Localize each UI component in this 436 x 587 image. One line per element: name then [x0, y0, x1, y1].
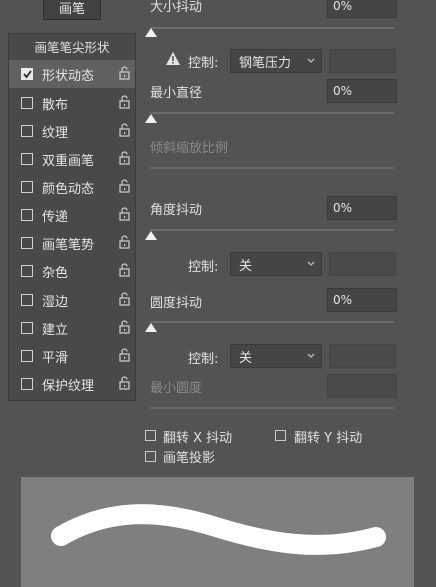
warning-icon: [166, 52, 180, 65]
brush-stroke: [51, 504, 386, 555]
brush-tip-shape-item[interactable]: 画笔笔尖形状: [9, 34, 135, 58]
control-select-3[interactable]: 关: [230, 344, 322, 368]
chevron-down-icon: [307, 58, 315, 63]
checkbox-protect-texture[interactable]: [21, 378, 33, 390]
option-label: 散布: [42, 98, 69, 113]
lock-icon[interactable]: [118, 66, 131, 81]
checkbox-shape-dynamics[interactable]: [21, 68, 33, 80]
min-diameter-slider-track[interactable]: [150, 112, 394, 114]
lock-icon[interactable]: [118, 292, 131, 307]
checkbox-color-dynamics[interactable]: [21, 181, 33, 193]
control-label-3: 控制:: [188, 352, 219, 367]
angle-jitter-slider-track[interactable]: [150, 229, 394, 231]
size-jitter-label: 大小抖动: [150, 0, 203, 15]
lock-icon[interactable]: [118, 235, 131, 250]
control-extra-field-1: [329, 49, 396, 73]
option-color-dynamics[interactable]: 颜色动态: [9, 173, 135, 201]
brush-stroke-preview: [21, 477, 414, 587]
roundness-jitter-label: 圆度抖动: [150, 296, 203, 311]
lock-icon[interactable]: [118, 151, 131, 166]
checkbox-noise[interactable]: [21, 265, 33, 277]
option-label: 颜色动态: [42, 182, 95, 197]
option-label: 平滑: [42, 351, 69, 366]
control-select-value: 关: [239, 350, 253, 366]
tilt-scale-slider-track: [150, 167, 394, 169]
min-roundness-slider-track: [150, 407, 394, 409]
tilt-scale-label: 倾斜缩放比例: [150, 141, 229, 156]
size-jitter-slider-thumb[interactable]: [145, 28, 157, 38]
min-roundness-field: [327, 374, 397, 398]
flip-x-label: 翻转 X 抖动: [163, 431, 233, 446]
brush-button[interactable]: 画笔: [43, 0, 101, 20]
flip-y-checkbox[interactable]: [275, 430, 286, 441]
option-shape-dynamics[interactable]: 形状动态: [9, 60, 135, 88]
option-label: 画笔笔势: [42, 238, 95, 253]
option-noise[interactable]: 杂色: [9, 257, 135, 285]
angle-jitter-label: 角度抖动: [150, 203, 203, 218]
roundness-jitter-slider-thumb[interactable]: [145, 323, 157, 333]
checkbox-dual-brush[interactable]: [21, 153, 33, 165]
checkbox-brush-pose[interactable]: [21, 237, 33, 249]
size-jitter-slider-track[interactable]: [150, 27, 394, 29]
option-label: 传递: [42, 210, 69, 225]
angle-jitter-slider-thumb[interactable]: [145, 231, 157, 241]
control-select-value: 钢笔压力: [239, 55, 292, 71]
brush-projection-checkbox[interactable]: [145, 451, 156, 462]
option-label: 纹理: [42, 126, 69, 141]
control-select-1[interactable]: 钢笔压力: [230, 49, 322, 73]
roundness-jitter-slider-track[interactable]: [150, 321, 394, 323]
brush-options-panel: 画笔笔尖形状 形状动态 散布 纹理 双重画笔 颜色动态 传递 画笔笔势 杂色 湿…: [8, 33, 136, 401]
option-protect-texture[interactable]: 保护纹理: [9, 370, 135, 398]
option-label: 杂色: [42, 266, 69, 281]
flip-y-label: 翻转 Y 抖动: [294, 431, 363, 446]
checkbox-wet-edges[interactable]: [21, 294, 33, 306]
option-build-up[interactable]: 建立: [9, 314, 135, 342]
option-label: 保护纹理: [42, 379, 95, 394]
size-jitter-field[interactable]: 0%: [327, 0, 397, 18]
checkbox-transfer[interactable]: [21, 209, 33, 221]
option-smoothing[interactable]: 平滑: [9, 342, 135, 370]
min-diameter-slider-thumb[interactable]: [145, 114, 157, 124]
option-label: 建立: [42, 323, 69, 338]
option-label: 形状动态: [42, 69, 95, 84]
brush-projection-label: 画笔投影: [163, 451, 216, 466]
chevron-down-icon: [307, 353, 315, 358]
control-select-value: 关: [239, 258, 253, 274]
checkbox-scatter[interactable]: [21, 97, 33, 109]
control-extra-field-2: [329, 252, 396, 276]
control-label-1: 控制:: [188, 56, 219, 71]
option-dual-brush[interactable]: 双重画笔: [9, 145, 135, 173]
min-roundness-label: 最小圆度: [150, 381, 203, 396]
control-extra-field-3: [329, 344, 396, 368]
option-scatter[interactable]: 散布: [9, 89, 135, 117]
chevron-down-icon: [307, 261, 315, 266]
min-diameter-label: 最小直径: [150, 86, 203, 101]
min-diameter-field[interactable]: 0%: [327, 79, 397, 103]
option-wet-edges[interactable]: 湿边: [9, 286, 135, 314]
lock-icon[interactable]: [118, 263, 131, 278]
lock-icon[interactable]: [118, 95, 131, 110]
lock-icon[interactable]: [118, 207, 131, 222]
control-label-2: 控制:: [188, 260, 219, 275]
lock-icon[interactable]: [118, 179, 131, 194]
roundness-jitter-field[interactable]: 0%: [327, 288, 397, 312]
angle-jitter-field[interactable]: 0%: [327, 196, 397, 220]
lock-icon[interactable]: [118, 123, 131, 138]
checkbox-build-up[interactable]: [21, 322, 33, 334]
checkbox-texture[interactable]: [21, 125, 33, 137]
option-texture[interactable]: 纹理: [9, 117, 135, 145]
checkbox-smoothing[interactable]: [21, 350, 33, 362]
option-brush-pose[interactable]: 画笔笔势: [9, 229, 135, 257]
option-transfer[interactable]: 传递: [9, 201, 135, 229]
lock-icon[interactable]: [118, 376, 131, 391]
lock-icon[interactable]: [118, 320, 131, 335]
flip-x-checkbox[interactable]: [145, 430, 156, 441]
option-label: 湿边: [42, 295, 69, 310]
control-select-2[interactable]: 关: [230, 252, 322, 276]
option-label: 双重画笔: [42, 154, 95, 169]
lock-icon[interactable]: [118, 348, 131, 363]
